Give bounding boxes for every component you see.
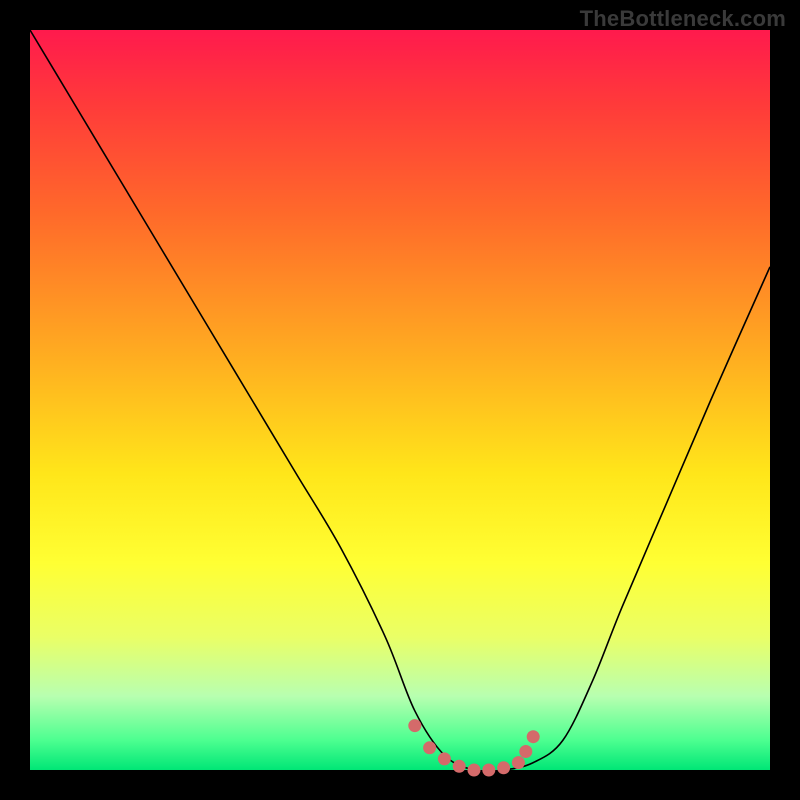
marker-dot <box>497 761 510 774</box>
plot-area <box>30 30 770 770</box>
marker-dot <box>408 719 421 732</box>
marker-dots <box>408 719 539 776</box>
marker-dot <box>512 756 525 769</box>
marker-dot <box>438 752 451 765</box>
marker-dot <box>482 764 495 777</box>
chart-frame: TheBottleneck.com <box>0 0 800 800</box>
marker-dot <box>519 745 532 758</box>
marker-dot <box>453 760 466 773</box>
curve-svg <box>30 30 770 770</box>
watermark-text: TheBottleneck.com <box>580 6 786 32</box>
bottleneck-curve <box>30 30 770 771</box>
marker-dot <box>527 730 540 743</box>
marker-dot <box>468 764 481 777</box>
marker-dot <box>423 741 436 754</box>
